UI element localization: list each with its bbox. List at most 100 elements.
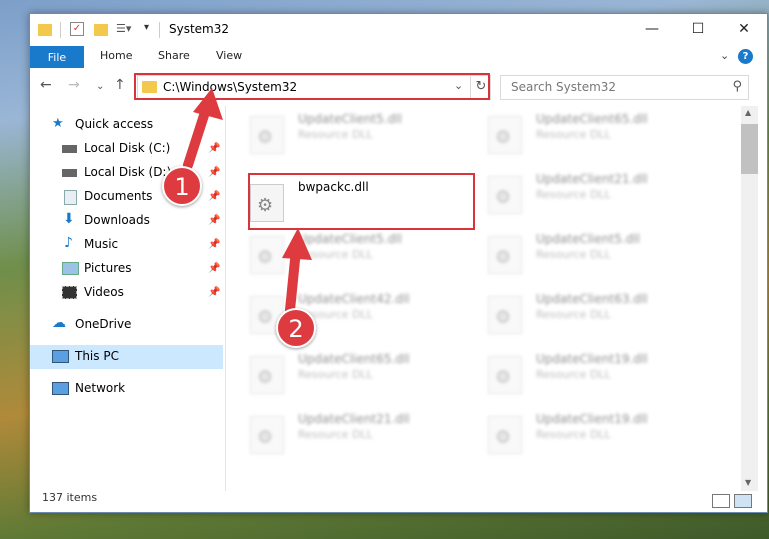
item-count: 137 items <box>42 491 98 504</box>
divider <box>60 22 61 38</box>
back-button[interactable]: ← <box>40 77 52 93</box>
close-button[interactable]: ✕ <box>721 14 767 44</box>
file-item[interactable]: ⚙ UpdateClient5.dll Resource DLL <box>230 226 460 282</box>
star-icon: ★ <box>52 116 64 131</box>
step-marker-two: 2 <box>276 308 316 348</box>
file-name: UpdateClient21.dll <box>536 172 648 186</box>
tab-view[interactable]: View <box>216 49 242 62</box>
file-item[interactable]: ⚙ UpdateClient42.dll Resource DLL <box>230 286 460 342</box>
sidebar-item-label: Videos <box>84 285 124 299</box>
file-type: Resource DLL <box>536 188 611 201</box>
vertical-scrollbar[interactable]: ▲ ▼ <box>741 106 758 491</box>
pin-icon[interactable]: 📌 <box>208 191 220 202</box>
pin-icon[interactable]: 📌 <box>208 287 220 298</box>
sidebar-item-network[interactable]: Network <box>30 377 223 401</box>
sidebar-item-label: Network <box>75 381 126 395</box>
scroll-up-icon[interactable]: ▲ <box>745 108 751 117</box>
new-folder-icon[interactable] <box>94 24 108 36</box>
maximize-button[interactable]: ☐ <box>675 14 721 44</box>
pin-icon[interactable]: 📌 <box>208 263 220 274</box>
address-highlight <box>134 73 490 100</box>
file-item[interactable]: ⚙ UpdateClient21.dll Resource DLL <box>468 166 698 222</box>
forward-button[interactable]: → <box>68 77 80 93</box>
file-name: UpdateClient5.dll <box>298 112 402 126</box>
folder-icon <box>38 24 52 36</box>
file-type: Resource DLL <box>536 428 611 441</box>
details-view-icon[interactable] <box>712 494 730 508</box>
sidebar-item-pictures[interactable]: Pictures 📌 <box>30 257 223 281</box>
ribbon-tabs: File Home Share View ⌄ ? <box>30 46 767 68</box>
pin-icon[interactable]: 📌 <box>208 215 220 226</box>
file-item[interactable]: ⚙ UpdateClient5.dll Resource DLL <box>468 226 698 282</box>
file-name: UpdateClient65.dll <box>298 352 410 366</box>
scroll-thumb[interactable] <box>741 124 758 174</box>
music-note-icon: ♪ <box>64 235 73 251</box>
film-icon <box>62 286 77 299</box>
scroll-down-icon[interactable]: ▼ <box>745 478 751 487</box>
dll-file-icon: ⚙ <box>250 236 284 274</box>
file-list: ⚙ UpdateClient5.dll Resource DLL ⚙ Updat… <box>230 106 740 486</box>
file-name: UpdateClient42.dll <box>298 292 410 306</box>
pin-icon[interactable]: 📌 <box>208 143 220 154</box>
dll-file-icon: ⚙ <box>250 416 284 454</box>
tab-share[interactable]: Share <box>158 49 190 62</box>
step-marker-one: 1 <box>162 166 202 206</box>
file-type: Resource DLL <box>536 248 611 261</box>
file-item[interactable]: ⚙ UpdateClient19.dll Resource DLL <box>468 406 698 462</box>
drive-icon <box>62 145 77 153</box>
file-type: Resource DLL <box>536 368 611 381</box>
pin-icon[interactable]: 📌 <box>208 239 220 250</box>
file-name: UpdateClient65.dll <box>536 112 648 126</box>
file-item[interactable]: ⚙ UpdateClient65.dll Resource DLL <box>468 106 698 162</box>
sidebar-item-music[interactable]: ♪ Music 📌 <box>30 233 223 257</box>
sidebar-item-local-disk-c[interactable]: Local Disk (C:) 📌 <box>30 137 223 161</box>
search-input[interactable]: Search System32 ⚲ <box>500 75 749 100</box>
tab-home[interactable]: Home <box>100 49 132 62</box>
sidebar-item-label: Documents <box>84 189 153 203</box>
sidebar-item-this-pc[interactable]: This PC <box>30 345 223 369</box>
file-item[interactable]: ⚙ UpdateClient19.dll Resource DLL <box>468 346 698 402</box>
sidebar-item-label: Local Disk (D:) <box>84 165 172 179</box>
search-placeholder: Search System32 <box>511 80 617 94</box>
window-title: System32 <box>169 22 230 36</box>
file-type: Resource DLL <box>536 308 611 321</box>
picture-icon <box>62 262 79 275</box>
chevron-down-icon[interactable]: ⌄ <box>720 49 729 62</box>
navigation-pane: ★ Quick access Local Disk (C:) 📌 Local D… <box>30 109 223 489</box>
up-button[interactable]: ↑ <box>114 77 126 93</box>
file-name: UpdateClient63.dll <box>536 292 648 306</box>
file-type: Resource DLL <box>298 368 373 381</box>
sidebar-item-onedrive[interactable]: ☁ OneDrive <box>30 313 223 337</box>
pane-divider <box>225 106 226 491</box>
file-item[interactable]: ⚙ UpdateClient63.dll Resource DLL <box>468 286 698 342</box>
file-name: UpdateClient21.dll <box>298 412 410 426</box>
file-item[interactable]: ⚙ UpdateClient65.dll Resource DLL <box>230 346 460 402</box>
recent-locations-button[interactable]: ⌄ <box>96 81 104 92</box>
file-item[interactable]: ⚙ UpdateClient21.dll Resource DLL <box>230 406 460 462</box>
dll-file-icon: ⚙ <box>488 296 522 334</box>
tab-file[interactable]: File <box>30 46 84 68</box>
sidebar-item-downloads[interactable]: ⬇ Downloads 📌 <box>30 209 223 233</box>
pin-icon[interactable]: 📌 <box>208 167 220 178</box>
minimize-button[interactable]: — <box>629 14 675 44</box>
file-item[interactable]: ⚙ UpdateClient5.dll Resource DLL <box>230 106 460 162</box>
help-button[interactable]: ? <box>738 49 753 64</box>
customize-icon[interactable]: ☰▾ <box>116 22 131 38</box>
large-icons-view-icon[interactable] <box>734 494 752 508</box>
download-arrow-icon: ⬇ <box>63 211 75 227</box>
sidebar-item-label: Local Disk (C:) <box>84 141 171 155</box>
sidebar-item-videos[interactable]: Videos 📌 <box>30 281 223 305</box>
explorer-window: ✓ ☰▾ ▾ System32 — ☐ ✕ File Home Share Vi… <box>29 13 768 513</box>
file-name: UpdateClient19.dll <box>536 412 648 426</box>
file-type: Resource DLL <box>298 248 373 261</box>
sidebar-item-quick-access[interactable]: ★ Quick access <box>30 113 223 137</box>
properties-icon[interactable]: ✓ <box>70 22 84 36</box>
dll-file-icon: ⚙ <box>488 416 522 454</box>
cloud-icon: ☁ <box>52 315 66 331</box>
dropdown-icon[interactable]: ▾ <box>144 22 149 38</box>
file-type: Resource DLL <box>298 128 373 141</box>
sidebar-item-label: OneDrive <box>75 317 132 331</box>
dll-file-icon: ⚙ <box>488 236 522 274</box>
search-icon[interactable]: ⚲ <box>732 79 742 94</box>
sidebar-item-label: Music <box>84 237 119 251</box>
